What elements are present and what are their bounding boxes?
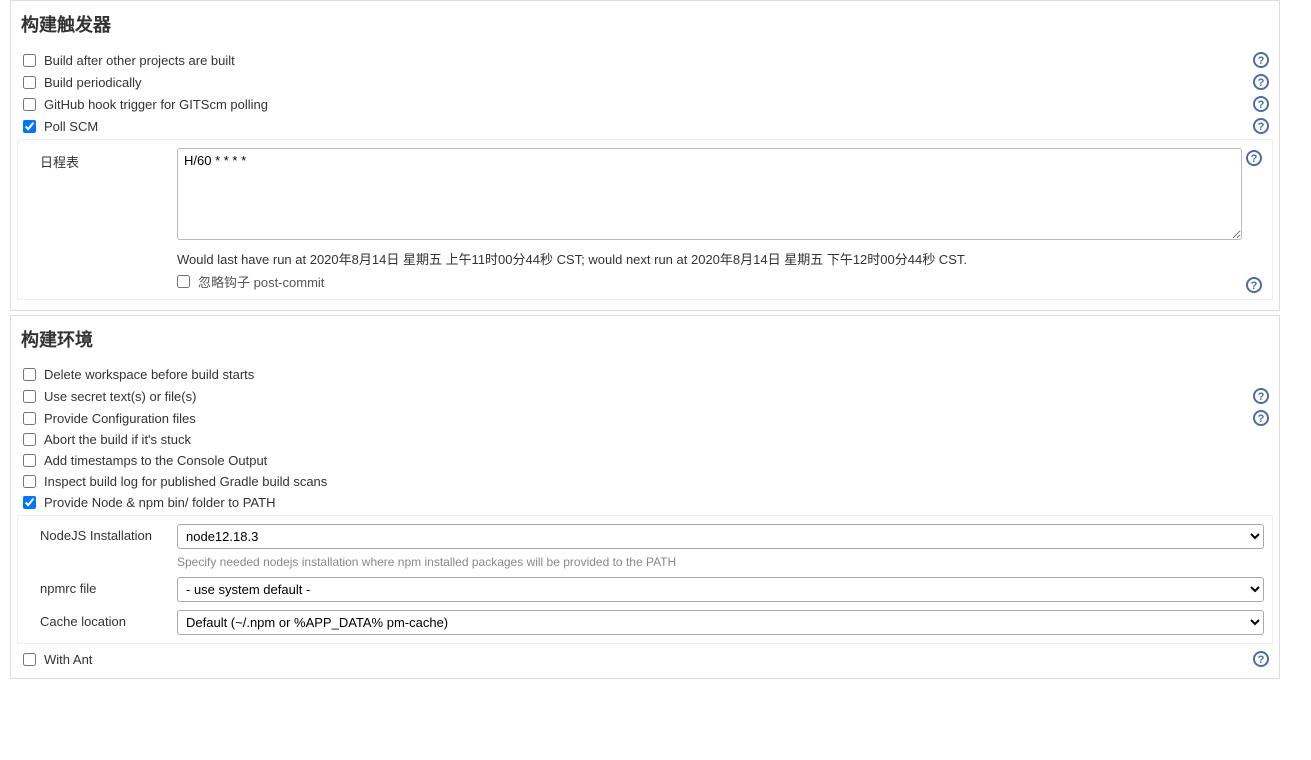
checkbox-build-after-others[interactable]	[23, 54, 36, 67]
checkbox-provide-node[interactable]	[23, 496, 36, 509]
checkbox-gradle-scans[interactable]	[23, 475, 36, 488]
checkbox-ignore-post-commit[interactable]	[177, 275, 190, 288]
help-icon[interactable]: ?	[1253, 74, 1269, 90]
svg-text:?: ?	[1258, 77, 1265, 89]
checkbox-poll-scm[interactable]	[23, 120, 36, 133]
poll-scm-config: 日程表 Would last have run at 2020年8月14日 星期…	[17, 139, 1273, 300]
help-icon[interactable]: ?	[1253, 118, 1269, 134]
help-icon[interactable]: ?	[1253, 52, 1269, 68]
label-provide-node[interactable]: Provide Node & npm bin/ folder to PATH	[44, 495, 1269, 510]
help-icon[interactable]: ?	[1253, 651, 1269, 667]
env-provide-node: Provide Node & npm bin/ folder to PATH	[17, 492, 1273, 513]
label-build-periodically[interactable]: Build periodically	[44, 75, 1247, 90]
help-icon[interactable]: ?	[1246, 277, 1262, 293]
svg-text:?: ?	[1258, 99, 1265, 111]
cache-label: Cache location	[22, 610, 177, 629]
label-delete-workspace[interactable]: Delete workspace before build starts	[44, 367, 1269, 382]
npmrc-select[interactable]: - use system default -	[177, 577, 1264, 602]
label-timestamps[interactable]: Add timestamps to the Console Output	[44, 453, 1269, 468]
checkbox-build-periodically[interactable]	[23, 76, 36, 89]
label-github-hook[interactable]: GitHub hook trigger for GITScm polling	[44, 97, 1247, 112]
env-delete-workspace: Delete workspace before build starts	[17, 364, 1273, 385]
label-secret-text[interactable]: Use secret text(s) or file(s)	[44, 389, 1247, 404]
env-config-files: Provide Configuration files ?	[17, 407, 1273, 429]
npmrc-label: npmrc file	[22, 577, 177, 596]
help-icon[interactable]: ?	[1253, 410, 1269, 426]
nodejs-install-select[interactable]: node12.18.3	[177, 524, 1264, 549]
nodejs-install-label: NodeJS Installation	[22, 524, 177, 543]
section-build-triggers: 构建触发器 Build after other projects are bui…	[10, 0, 1280, 311]
checkbox-secret-text[interactable]	[23, 390, 36, 403]
svg-text:?: ?	[1258, 654, 1265, 666]
label-poll-scm[interactable]: Poll SCM	[44, 119, 1247, 134]
section-build-environment: 构建环境 Delete workspace before build start…	[10, 315, 1280, 679]
checkbox-with-ant[interactable]	[23, 653, 36, 666]
help-icon[interactable]: ?	[1246, 150, 1262, 166]
help-icon[interactable]: ?	[1253, 388, 1269, 404]
trigger-build-periodically: Build periodically ?	[17, 71, 1273, 93]
cache-select[interactable]: Default (~/.npm or %APP_DATA% pm-cache)	[177, 610, 1264, 635]
checkbox-abort-stuck[interactable]	[23, 433, 36, 446]
checkbox-config-files[interactable]	[23, 412, 36, 425]
label-abort-stuck[interactable]: Abort the build if it's stuck	[44, 432, 1269, 447]
svg-text:?: ?	[1258, 121, 1265, 133]
nodejs-config: NodeJS Installation node12.18.3 Specify …	[17, 515, 1273, 644]
svg-text:?: ?	[1251, 153, 1258, 165]
env-timestamps: Add timestamps to the Console Output	[17, 450, 1273, 471]
section-title-triggers: 构建触发器	[21, 11, 1273, 37]
trigger-github-hook: GitHub hook trigger for GITScm polling ?	[17, 93, 1273, 115]
svg-text:?: ?	[1251, 280, 1258, 292]
section-title-environment: 构建环境	[21, 326, 1273, 352]
svg-text:?: ?	[1258, 55, 1265, 67]
trigger-poll-scm: Poll SCM ?	[17, 115, 1273, 137]
nodejs-install-hint: Specify needed nodejs installation where…	[177, 555, 1264, 569]
trigger-build-after-others: Build after other projects are built ?	[17, 49, 1273, 71]
label-with-ant[interactable]: With Ant	[44, 652, 1247, 667]
env-with-ant: With Ant ?	[17, 648, 1273, 670]
label-ignore-post-commit[interactable]: 忽略钩子 post-commit	[198, 272, 324, 291]
checkbox-github-hook[interactable]	[23, 98, 36, 111]
schedule-hint: Would last have run at 2020年8月14日 星期五 上午…	[177, 243, 1242, 268]
svg-text:?: ?	[1258, 413, 1265, 425]
schedule-textarea[interactable]	[177, 148, 1242, 240]
label-config-files[interactable]: Provide Configuration files	[44, 411, 1247, 426]
svg-text:?: ?	[1258, 391, 1265, 403]
label-build-after-others[interactable]: Build after other projects are built	[44, 53, 1247, 68]
checkbox-delete-workspace[interactable]	[23, 368, 36, 381]
env-secret-text: Use secret text(s) or file(s) ?	[17, 385, 1273, 407]
label-gradle-scans[interactable]: Inspect build log for published Gradle b…	[44, 474, 1269, 489]
checkbox-timestamps[interactable]	[23, 454, 36, 467]
help-icon[interactable]: ?	[1253, 96, 1269, 112]
env-gradle-scans: Inspect build log for published Gradle b…	[17, 471, 1273, 492]
env-abort-stuck: Abort the build if it's stuck	[17, 429, 1273, 450]
schedule-label: 日程表	[22, 148, 177, 171]
